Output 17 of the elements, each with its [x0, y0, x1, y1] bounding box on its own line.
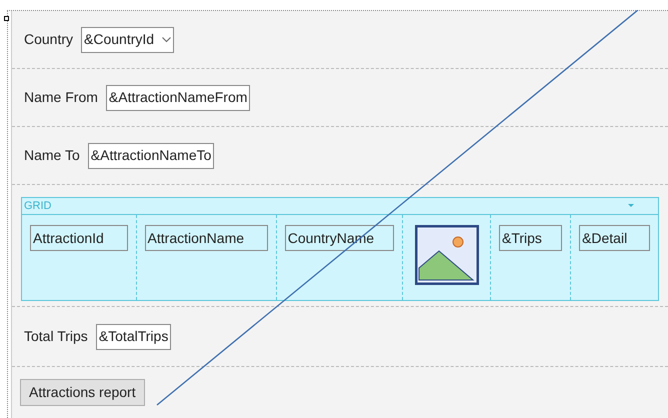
grid-title: GRID	[24, 198, 52, 214]
field-label: Country	[24, 30, 74, 49]
report-button[interactable]: Attractions report	[20, 379, 145, 406]
input-field[interactable]: &AttractionNameTo	[88, 142, 214, 168]
dropdown-arrow-icon[interactable]	[628, 204, 634, 208]
grid-attribute-field[interactable]: &Detail	[579, 225, 650, 251]
field-label: Total Trips	[24, 327, 88, 346]
field-label: Name From	[24, 88, 98, 107]
field-label: Name To	[24, 146, 80, 165]
grid-attribute-field[interactable]: AttractionName	[144, 225, 268, 251]
chevron-down-icon	[162, 36, 172, 42]
grid-attribute-field[interactable]: AttractionId	[30, 225, 128, 251]
dropdown-field[interactable]: &CountryId	[81, 26, 174, 52]
grid-attribute-field[interactable]: &Trips	[499, 225, 562, 251]
image-placeholder-icon	[414, 225, 479, 285]
input-field[interactable]: &AttractionNameFrom	[106, 84, 250, 110]
input-field[interactable]: &TotalTrips	[96, 324, 172, 350]
